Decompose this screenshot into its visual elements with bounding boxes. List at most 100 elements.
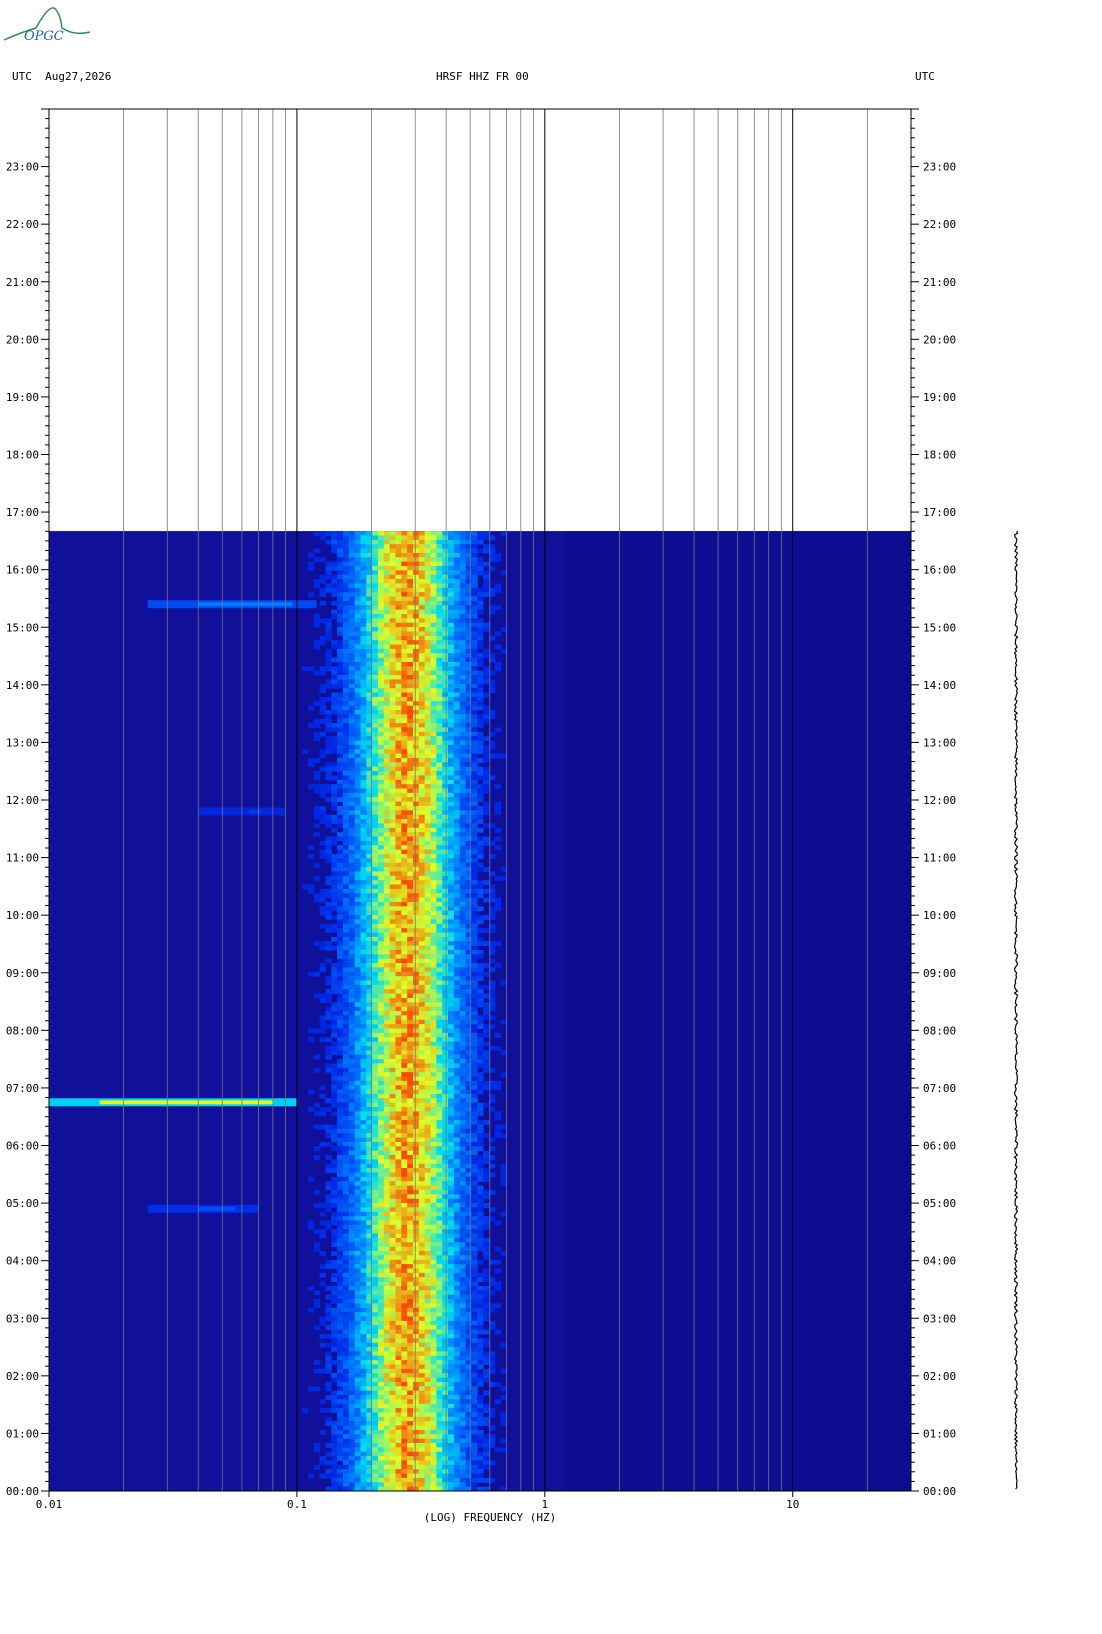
heatmap-cell [430, 653, 437, 659]
heatmap-cell [459, 736, 467, 742]
heatmap-cell [401, 980, 408, 986]
heatmap-cell [389, 1076, 396, 1082]
heatmap-cell [395, 1111, 402, 1117]
heatmap-cell [401, 1072, 408, 1077]
heatmap-cell [459, 670, 467, 676]
heatmap-cell [354, 762, 361, 768]
heatmap-cell [337, 622, 344, 628]
heatmap-cell [418, 867, 426, 872]
heatmap-cell [436, 945, 443, 951]
heatmap-cell [453, 1246, 461, 1252]
heatmap-cell [412, 997, 420, 1003]
heatmap-cell [436, 1259, 443, 1265]
heatmap-cell [401, 849, 408, 855]
heatmap-cell [360, 1216, 367, 1221]
heatmap-cell [412, 587, 420, 593]
heatmap-cell [453, 771, 461, 776]
heatmap-cell [436, 1290, 443, 1296]
heatmap-cell [418, 980, 426, 986]
heatmap-cell [307, 565, 315, 571]
heatmap-cell [418, 718, 426, 724]
heatmap-cell [459, 1037, 467, 1043]
heatmap-cell [383, 1233, 391, 1239]
heatmap-cell [407, 648, 414, 654]
heatmap-cell [354, 696, 361, 702]
heatmap-cell [442, 714, 449, 720]
heatmap-cell [325, 875, 332, 881]
heatmap-cell [383, 897, 391, 903]
heatmap-cell [354, 1242, 361, 1248]
heatmap-cell [448, 709, 455, 715]
heatmap-cell [453, 932, 461, 938]
heatmap-cell [477, 1211, 484, 1217]
heatmap-cell [436, 600, 443, 606]
heatmap-cell [372, 657, 379, 663]
heatmap-cell [372, 1150, 379, 1156]
heatmap-cell [395, 1133, 402, 1139]
heatmap-cell [395, 627, 402, 632]
heatmap-cell [453, 1220, 461, 1226]
heatmap-cell [401, 679, 408, 685]
heatmap-cell [325, 1259, 332, 1265]
heatmap-cell [342, 644, 350, 650]
heatmap-cell [313, 1124, 321, 1130]
heatmap-cell [453, 1185, 461, 1191]
heatmap-cell [360, 893, 367, 899]
heatmap-cell [483, 1159, 490, 1165]
heatmap-cell [471, 1041, 478, 1047]
heatmap-cell [412, 993, 420, 999]
heatmap-cell [395, 1093, 402, 1099]
heatmap-cell [442, 583, 449, 589]
heatmap-cell [500, 1050, 507, 1056]
heatmap-cell [459, 618, 467, 624]
heatmap-cell [383, 1216, 391, 1221]
heatmap-cell [442, 1303, 449, 1309]
heatmap-cell [360, 792, 367, 798]
heatmap-cell [342, 893, 350, 899]
heatmap-cell [483, 744, 490, 750]
heatmap-cell [459, 884, 467, 890]
heatmap-cell [389, 875, 396, 881]
heatmap-cell [383, 1211, 391, 1217]
heatmap-cell [453, 880, 461, 886]
heatmap-cell [412, 779, 420, 785]
heatmap-cell [395, 661, 402, 667]
heatmap-cell [337, 1224, 344, 1230]
heatmap-cell [337, 727, 344, 733]
heatmap-cell [424, 1037, 432, 1043]
heatmap-cell [383, 596, 391, 602]
heatmap-cell [418, 1299, 426, 1304]
heatmap-cell [342, 1120, 350, 1125]
heatmap-cell [337, 945, 344, 951]
heatmap-cell [313, 862, 321, 868]
heatmap-cell [430, 705, 437, 711]
heatmap-cell [465, 683, 472, 689]
heatmap-cell [407, 923, 414, 929]
heatmap-cell [483, 784, 490, 790]
heatmap-cell [383, 1303, 391, 1309]
heatmap-cell [453, 622, 461, 628]
heatmap-cell [377, 1115, 385, 1121]
heatmap-cell [418, 648, 426, 654]
heatmap-cell [342, 749, 350, 755]
heatmap-cell [424, 552, 432, 558]
heatmap-cell [448, 583, 455, 589]
heatmap-cell [331, 797, 338, 803]
heatmap-cell [342, 775, 350, 781]
heatmap-cell [331, 1237, 338, 1243]
heatmap-cell [465, 1259, 472, 1265]
heatmap-cell [436, 862, 443, 868]
heatmap-cell [465, 1237, 472, 1243]
heatmap-cell [337, 819, 344, 824]
heatmap-cell [471, 901, 478, 907]
heatmap-cell [372, 845, 379, 851]
heatmap-cell [331, 784, 338, 790]
heatmap-cell [459, 1255, 467, 1261]
heatmap-cell [465, 1124, 472, 1130]
heatmap-cell [448, 692, 455, 698]
heatmap-cell [354, 1111, 361, 1117]
heatmap-cell [383, 1203, 391, 1208]
heatmap-cell [465, 1006, 472, 1012]
heatmap-cell [401, 675, 408, 680]
heatmap-cell [430, 910, 437, 916]
